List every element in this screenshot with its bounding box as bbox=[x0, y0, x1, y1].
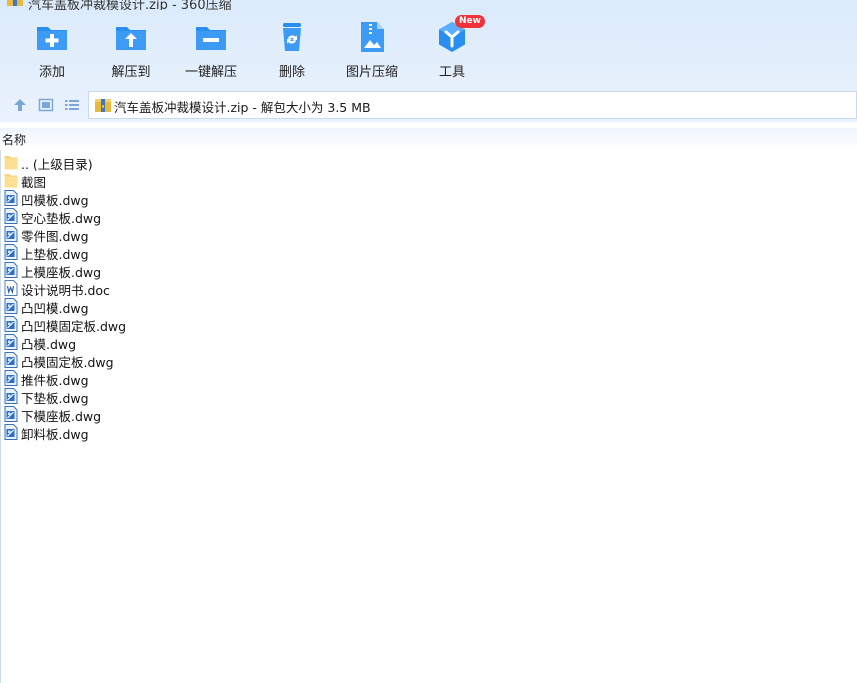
list-item[interactable]: 凹模板.dwg bbox=[0, 189, 857, 208]
list-item[interactable]: 凸凹模固定板.dwg bbox=[0, 315, 857, 334]
dwg-file-icon bbox=[4, 316, 18, 332]
toolbar: 添加 解压到 一键解压 删除 图片压缩 New 工具 bbox=[0, 10, 857, 88]
extract-to-button[interactable]: 解压到 bbox=[93, 20, 169, 84]
list-item[interactable]: 下模座板.dwg bbox=[0, 405, 857, 424]
add-button[interactable]: 添加 bbox=[14, 20, 90, 84]
list-item[interactable]: 设计说明书.doc bbox=[0, 279, 857, 298]
add-button-label: 添加 bbox=[38, 65, 65, 80]
one-click-extract-button[interactable]: 一键解压 bbox=[173, 20, 249, 84]
folder-icon bbox=[4, 174, 18, 188]
list-item[interactable]: 下垫板.dwg bbox=[0, 387, 857, 406]
folder-icon bbox=[4, 156, 18, 170]
list-item[interactable]: 上垫板.dwg bbox=[0, 243, 857, 262]
list-item[interactable]: 推件板.dwg bbox=[0, 369, 857, 388]
extract-to-button-label: 解压到 bbox=[111, 65, 151, 80]
file-list: .. (上级目录) 截图 凹模板.dwg 空心垫板.dwg 零件图.dwg 上垫板.dwg… bbox=[0, 153, 857, 442]
list-item[interactable]: .. (上级目录) bbox=[0, 153, 857, 172]
image-compress-icon bbox=[361, 22, 384, 52]
app-zip-icon bbox=[7, 0, 23, 6]
address-bar: 汽车盖板冲裁模设计.zip - 解包大小为 3.5 MB bbox=[0, 88, 857, 122]
list-view-icon[interactable] bbox=[64, 97, 80, 113]
address-field[interactable]: 汽车盖板冲裁模设计.zip - 解包大小为 3.5 MB bbox=[88, 91, 857, 119]
dwg-file-icon bbox=[4, 352, 18, 368]
tools-button-label: 工具 bbox=[438, 65, 465, 80]
list-item[interactable]: 零件图.dwg bbox=[0, 225, 857, 244]
file-name: 卸料板.dwg bbox=[21, 427, 89, 442]
column-header-row: 名称 bbox=[0, 128, 857, 150]
image-compress-button-label: 图片压缩 bbox=[345, 65, 398, 80]
dwg-file-icon bbox=[4, 370, 18, 386]
list-item[interactable]: 上模座板.dwg bbox=[0, 261, 857, 280]
add-icon bbox=[37, 27, 67, 50]
list-item[interactable]: 凸模.dwg bbox=[0, 333, 857, 352]
title-bar: 汽车盖板冲裁模设计.zip - 360压缩 bbox=[0, 0, 857, 10]
dwg-file-icon bbox=[4, 190, 18, 206]
dwg-file-icon bbox=[4, 406, 18, 422]
delete-button[interactable]: 删除 bbox=[254, 20, 330, 84]
list-item[interactable]: 空心垫板.dwg bbox=[0, 207, 857, 226]
delete-button-label: 删除 bbox=[278, 65, 305, 80]
image-compress-button[interactable]: 图片压缩 bbox=[334, 20, 410, 84]
list-item[interactable]: 凸模固定板.dwg bbox=[0, 351, 857, 370]
dwg-file-icon bbox=[4, 298, 18, 314]
address-text: 汽车盖板冲裁模设计.zip - 解包大小为 3.5 MB bbox=[114, 100, 371, 115]
list-item[interactable]: 凸凹模.dwg bbox=[0, 297, 857, 316]
dwg-file-icon bbox=[4, 208, 18, 224]
dwg-file-icon bbox=[4, 388, 18, 404]
dwg-file-icon bbox=[4, 244, 18, 260]
list-item[interactable]: 截图 bbox=[0, 171, 857, 190]
zip-archive-icon bbox=[95, 99, 111, 112]
column-header-name[interactable]: 名称 bbox=[2, 131, 26, 148]
one-click-extract-icon bbox=[196, 27, 226, 50]
up-arrow-icon[interactable] bbox=[12, 97, 28, 113]
dwg-file-icon bbox=[4, 424, 18, 440]
thumbnail-view-icon[interactable] bbox=[38, 97, 54, 113]
dwg-file-icon bbox=[4, 226, 18, 242]
one-click-extract-button-label: 一键解压 bbox=[184, 65, 237, 80]
list-item[interactable]: 卸料板.dwg bbox=[0, 423, 857, 442]
tools-button[interactable]: New 工具 bbox=[414, 15, 490, 84]
window-title: 汽车盖板冲裁模设计.zip - 360压缩 bbox=[28, 0, 232, 10]
extract-to-icon bbox=[116, 27, 146, 50]
dwg-file-icon bbox=[4, 262, 18, 278]
dwg-file-icon bbox=[4, 334, 18, 350]
delete-icon bbox=[283, 23, 301, 51]
word-document-icon bbox=[4, 280, 18, 296]
new-badge: New bbox=[455, 15, 485, 28]
